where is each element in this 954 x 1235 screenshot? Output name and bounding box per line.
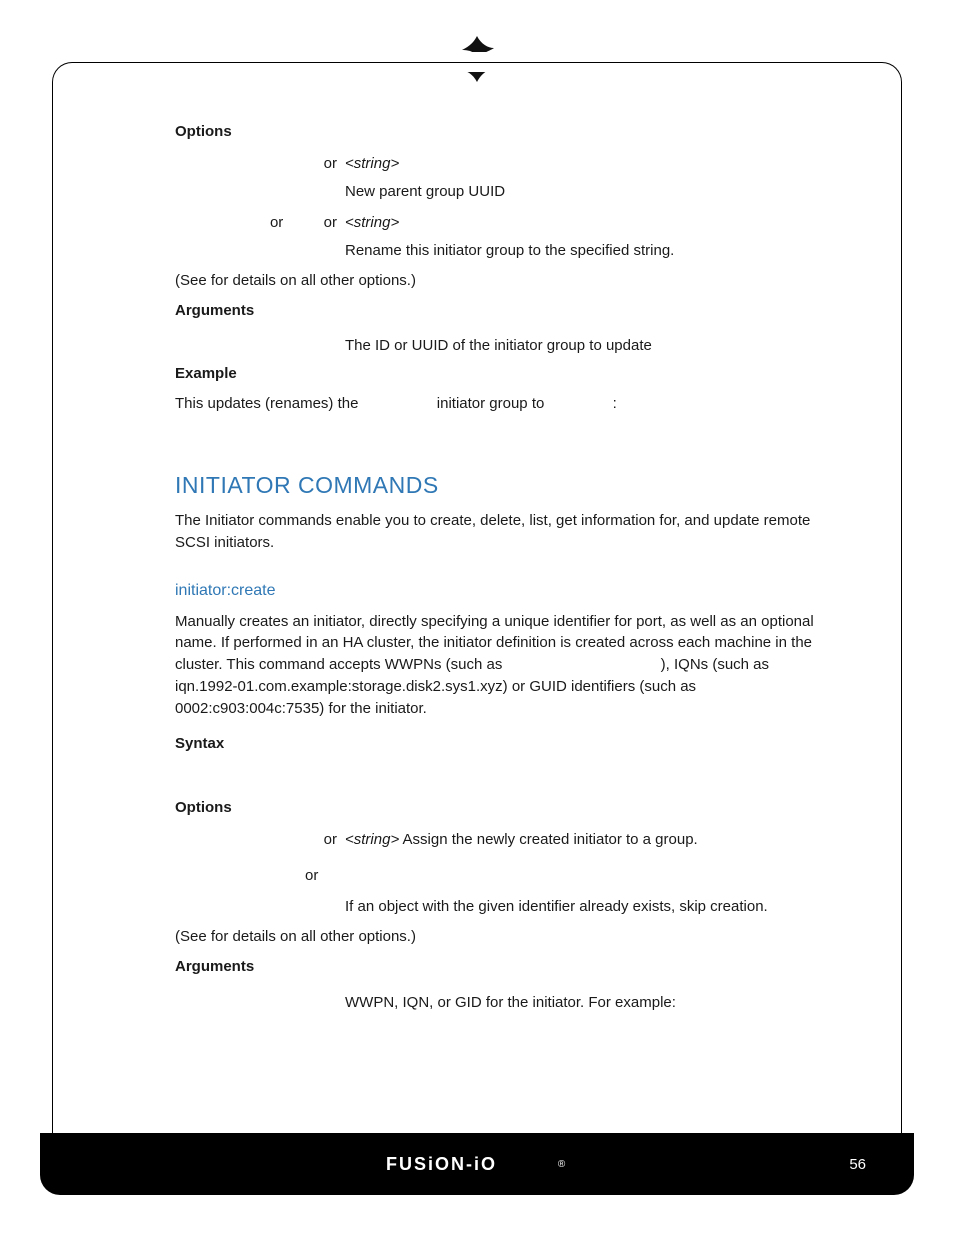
option-description: If an object with the given identifier a… xyxy=(345,896,835,918)
fusion-io-logo-icon: FUSiON-iO xyxy=(386,1153,556,1175)
see-post: for details on all other options.) xyxy=(211,928,416,945)
see-also: (See for details on all other options.) xyxy=(175,270,835,292)
options-heading: Options xyxy=(175,121,835,143)
page-footer: FUSiON-iO ® 56 xyxy=(40,1133,914,1195)
page-number: 56 xyxy=(849,1156,866,1173)
option-flags: or xyxy=(175,865,345,887)
option-row: or <string> Assign the newly created ini… xyxy=(175,829,835,851)
or-text: or xyxy=(324,831,337,848)
argument-description: The ID or UUID of the initiator group to… xyxy=(345,335,835,357)
command-description: Manually creates an initiator, directly … xyxy=(175,611,835,720)
option-signature: <string> xyxy=(345,153,835,175)
or-text: or xyxy=(324,155,337,172)
section-intro: The Initiator commands enable you to cre… xyxy=(175,510,835,554)
option-rest: Assign the newly created initiator to a … xyxy=(399,831,698,848)
option-signature: <string> xyxy=(345,212,835,234)
option-signature xyxy=(345,865,835,887)
svg-text:FUSiON-iO: FUSiON-iO xyxy=(386,1154,497,1174)
arguments-heading: Arguments xyxy=(175,956,835,978)
option-description: New parent group UUID xyxy=(345,181,835,203)
section-title: INITIATOR COMMANDS xyxy=(175,469,835,502)
see-pre: (See xyxy=(175,272,211,289)
option-row: or xyxy=(175,865,835,887)
registered-mark: ® xyxy=(558,1159,568,1170)
see-post: for details on all other options.) xyxy=(211,272,416,289)
option-arg: <string> xyxy=(345,831,399,848)
page: Options or <string> New parent group UUI… xyxy=(0,0,954,1235)
option-row: or <string> xyxy=(175,153,835,175)
option-flags: or xyxy=(175,829,345,851)
example-heading: Example xyxy=(175,363,835,385)
options-heading: Options xyxy=(175,797,835,819)
frame-gap xyxy=(417,52,537,72)
option-signature: <string> Assign the newly created initia… xyxy=(345,829,835,851)
see-also: (See for details on all other options.) xyxy=(175,926,835,948)
option-description: Rename this initiator group to the speci… xyxy=(345,240,835,262)
option-arg: <string> xyxy=(345,155,399,172)
ex-part: initiator group to xyxy=(437,395,549,412)
or-text: or xyxy=(324,214,337,231)
ex-part: This updates (renames) the xyxy=(175,395,363,412)
see-pre: (See xyxy=(175,928,211,945)
option-flags: or xyxy=(175,153,345,175)
syntax-block xyxy=(175,763,835,791)
option-row: or or <string> xyxy=(175,212,835,234)
example-text: This updates (renames) the initiator gro… xyxy=(175,393,835,415)
syntax-heading: Syntax xyxy=(175,733,835,755)
option-arg: <string> xyxy=(345,214,399,231)
footer-brand: FUSiON-iO ® xyxy=(386,1153,568,1175)
ex-part: : xyxy=(613,395,617,412)
or-text: or xyxy=(270,214,283,231)
argument-description: WWPN, IQN, or GID for the initiator. For… xyxy=(345,992,835,1014)
arguments-heading: Arguments xyxy=(175,300,835,322)
command-title: initiator:create xyxy=(175,579,835,602)
or-text: or xyxy=(305,867,318,884)
option-flags: or or xyxy=(175,212,345,234)
content-column: Options or <string> New parent group UUI… xyxy=(175,115,835,1019)
